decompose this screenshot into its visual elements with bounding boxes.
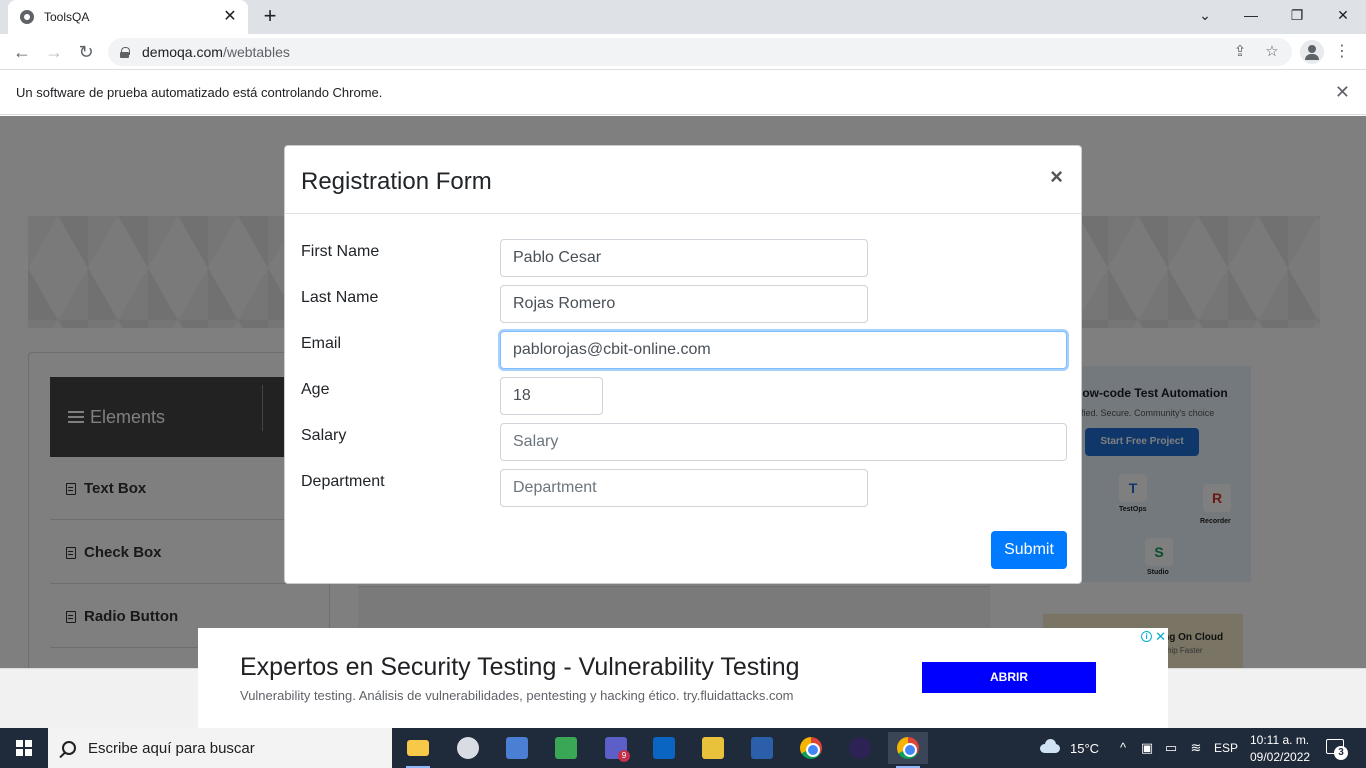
minimize-button[interactable]: — [1228, 0, 1274, 30]
address-bar[interactable]: demoqa.com/webtables ⇪ ☆ [108, 38, 1292, 66]
media-player-icon[interactable] [546, 732, 586, 764]
share-icon[interactable]: ⇪ [1230, 42, 1250, 62]
back-icon[interactable]: ← [10, 40, 34, 64]
forward-icon[interactable]: → [42, 40, 66, 64]
age-input[interactable] [500, 377, 603, 415]
ad-open-button[interactable]: ABRIR [922, 662, 1096, 693]
url-text: demoqa.com/webtables [142, 44, 290, 60]
snipping-tool-icon[interactable] [448, 732, 488, 764]
email-label: Email [301, 335, 342, 352]
file-explorer-icon[interactable] [398, 732, 438, 768]
notification-count: 3 [1334, 746, 1348, 760]
menu-kebab-icon[interactable]: ⋮ [1330, 40, 1354, 64]
new-tab-button[interactable]: + [258, 4, 282, 28]
profile-avatar-icon[interactable] [1300, 40, 1324, 64]
close-icon[interactable]: × [1050, 166, 1063, 188]
reload-icon[interactable]: ↻ [74, 40, 98, 64]
tools-app-icon[interactable] [693, 732, 733, 764]
windows-start-icon[interactable] [16, 740, 32, 756]
search-icon [62, 741, 76, 755]
maximize-button[interactable]: ❐ [1274, 0, 1320, 30]
department-input[interactable] [500, 469, 868, 507]
registration-modal: Registration Form × First Name Last Name… [284, 145, 1082, 584]
browser-tab-strip: ToolsQA ✕ + ⌄ — ❐ ✕ [0, 0, 1366, 34]
globe-icon [20, 10, 34, 24]
ad-headline[interactable]: Expertos en Security Testing - Vulnerabi… [240, 653, 800, 682]
wifi-icon[interactable]: ≋ [1188, 740, 1204, 756]
tab-title: ToolsQA [44, 10, 90, 24]
infobar-close-icon[interactable]: ✕ [1335, 83, 1350, 101]
bookmark-star-icon[interactable]: ☆ [1262, 42, 1282, 62]
weather-cloud-icon[interactable] [1040, 739, 1060, 753]
windows-taskbar: Escribe aquí para buscar 9 15°C ^ ▣ ▭ ≋ … [0, 728, 1366, 768]
chevron-up-icon[interactable]: ^ [1115, 740, 1131, 756]
word-icon[interactable] [742, 732, 782, 764]
browser-toolbar: ← → ↻ demoqa.com/webtables ⇪ ☆ ⋮ [0, 34, 1366, 70]
last-name-input[interactable] [500, 285, 868, 323]
email-input[interactable] [500, 331, 1067, 369]
tab-close-icon[interactable]: ✕ [222, 9, 238, 25]
teams-badge: 9 [618, 750, 630, 762]
meet-now-icon[interactable]: ▣ [1139, 740, 1155, 756]
infobar-message: Un software de prueba automatizado está … [16, 85, 383, 100]
network-app-icon[interactable] [497, 732, 537, 764]
browser-tab[interactable]: ToolsQA ✕ [8, 0, 248, 34]
chrome-active-icon[interactable] [888, 732, 928, 768]
age-label: Age [301, 381, 330, 398]
department-label: Department [301, 473, 385, 490]
tab-search-icon[interactable]: ⌄ [1182, 0, 1228, 30]
teams-icon[interactable]: 9 [596, 732, 636, 764]
first-name-label: First Name [301, 243, 380, 260]
eclipse-icon[interactable] [840, 732, 880, 764]
first-name-input[interactable] [500, 239, 868, 277]
temperature[interactable]: 15°C [1070, 741, 1099, 756]
modal-title: Registration Form [301, 168, 492, 195]
clock-date[interactable]: 09/02/2022 [1250, 750, 1310, 764]
last-name-label: Last Name [301, 289, 379, 306]
chrome-icon[interactable] [791, 732, 831, 764]
info-icon[interactable]: i [1141, 630, 1153, 642]
submit-button[interactable]: Submit [991, 531, 1067, 569]
salary-label: Salary [301, 427, 347, 444]
taskbar-search[interactable]: Escribe aquí para buscar [48, 728, 392, 768]
taskbar-search-placeholder: Escribe aquí para buscar [88, 739, 255, 757]
ad-description: Vulnerability testing. Análisis de vulne… [240, 688, 794, 703]
bottom-advertisement[interactable]: Expertos en Security Testing - Vulnerabi… [198, 628, 1168, 728]
close-window-button[interactable]: ✕ [1320, 0, 1366, 30]
clock-time[interactable]: 10:11 a. m. [1250, 733, 1309, 747]
salary-input[interactable] [500, 423, 1067, 461]
battery-icon[interactable]: ▭ [1163, 740, 1179, 756]
outlook-icon[interactable] [644, 732, 684, 764]
automation-infobar: Un software de prueba automatizado está … [0, 71, 1366, 115]
ad-close-icon[interactable]: ✕ [1155, 630, 1166, 643]
lock-icon [120, 46, 130, 58]
ad-choices[interactable]: i ✕ [1138, 628, 1168, 644]
modal-header: Registration Form × [285, 146, 1081, 214]
language-indicator[interactable]: ESP [1214, 741, 1238, 755]
